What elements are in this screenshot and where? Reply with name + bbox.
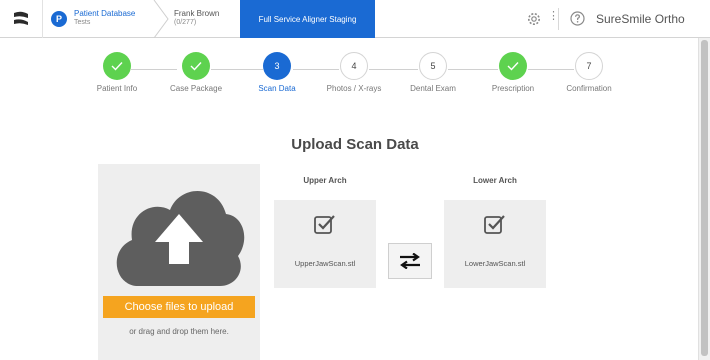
- suresmile-logo-icon: [14, 11, 28, 25]
- step-case-package[interactable]: Case Package: [151, 52, 241, 98]
- step-circle: 4: [340, 52, 368, 80]
- file-drop-zone[interactable]: Choose files to upload or drag and drop …: [98, 164, 260, 360]
- check-icon: [190, 62, 202, 71]
- upper-arch-file[interactable]: UpperJawScan.stl: [274, 200, 376, 288]
- step-dental-exam[interactable]: 5 Dental Exam: [388, 52, 478, 98]
- step-circle: 3: [263, 52, 291, 80]
- checkbox-checked-icon: [484, 215, 505, 234]
- tab-full-service-aligner-staging[interactable]: Full Service Aligner Staging: [240, 0, 375, 38]
- step-label: Patient Info: [96, 84, 138, 93]
- breadcrumb-patient-database[interactable]: P Patient Database Tests: [43, 0, 162, 38]
- step-photos-xrays[interactable]: 4 Photos / X-rays: [309, 52, 399, 98]
- step-label: Case Package: [169, 84, 223, 93]
- breadcrumb-subtitle: Tests: [74, 19, 91, 26]
- step-label: Dental Exam: [410, 84, 456, 93]
- checkbox-checked-icon: [314, 215, 335, 234]
- breadcrumb-chevron-icon: [153, 0, 169, 38]
- step-circle: [182, 52, 210, 80]
- breadcrumb-title: Patient Database: [74, 9, 136, 18]
- breadcrumb-subtitle: (0/277): [174, 19, 197, 26]
- breadcrumb-patient[interactable]: Frank Brown (0/277): [172, 0, 240, 38]
- breadcrumb-title: Frank Brown: [174, 9, 220, 18]
- step-circle: 7: [575, 52, 603, 80]
- cloud-upload-icon: [116, 190, 245, 286]
- lower-arch-filename: LowerJawScan.stl: [464, 259, 526, 268]
- lower-arch-file[interactable]: LowerJawScan.stl: [444, 200, 546, 288]
- header-divider: [558, 8, 559, 30]
- step-circle: [103, 52, 131, 80]
- choose-files-button[interactable]: Choose files to upload: [103, 296, 255, 318]
- page-title: Upload Scan Data: [291, 136, 419, 153]
- check-icon: [111, 62, 123, 71]
- step-label: Confirmation: [566, 84, 612, 93]
- help-icon[interactable]: [570, 11, 585, 26]
- check-icon: [507, 62, 519, 71]
- swap-icon: [400, 253, 420, 269]
- brand-name: SureSmile Ortho: [596, 12, 685, 26]
- step-circle: 5: [419, 52, 447, 80]
- drag-drop-hint: or drag and drop them here.: [129, 327, 229, 336]
- vertical-scrollbar[interactable]: [698, 38, 710, 360]
- step-label: Photos / X-rays: [326, 84, 382, 93]
- upper-arch-filename: UpperJawScan.stl: [294, 259, 356, 268]
- gear-icon[interactable]: [526, 11, 542, 27]
- lower-arch-label: Lower Arch: [473, 176, 517, 185]
- app-logo[interactable]: [0, 0, 43, 38]
- step-confirmation[interactable]: 7 Confirmation: [544, 52, 634, 98]
- patient-database-icon: P: [51, 11, 67, 27]
- step-circle: [499, 52, 527, 80]
- scrollbar-thumb[interactable]: [701, 40, 708, 356]
- top-bar: P Patient Database Tests Frank Brown (0/…: [0, 0, 710, 38]
- swap-arches-button[interactable]: [388, 243, 432, 279]
- upper-arch-label: Upper Arch: [303, 176, 347, 185]
- step-patient-info[interactable]: Patient Info: [72, 52, 162, 98]
